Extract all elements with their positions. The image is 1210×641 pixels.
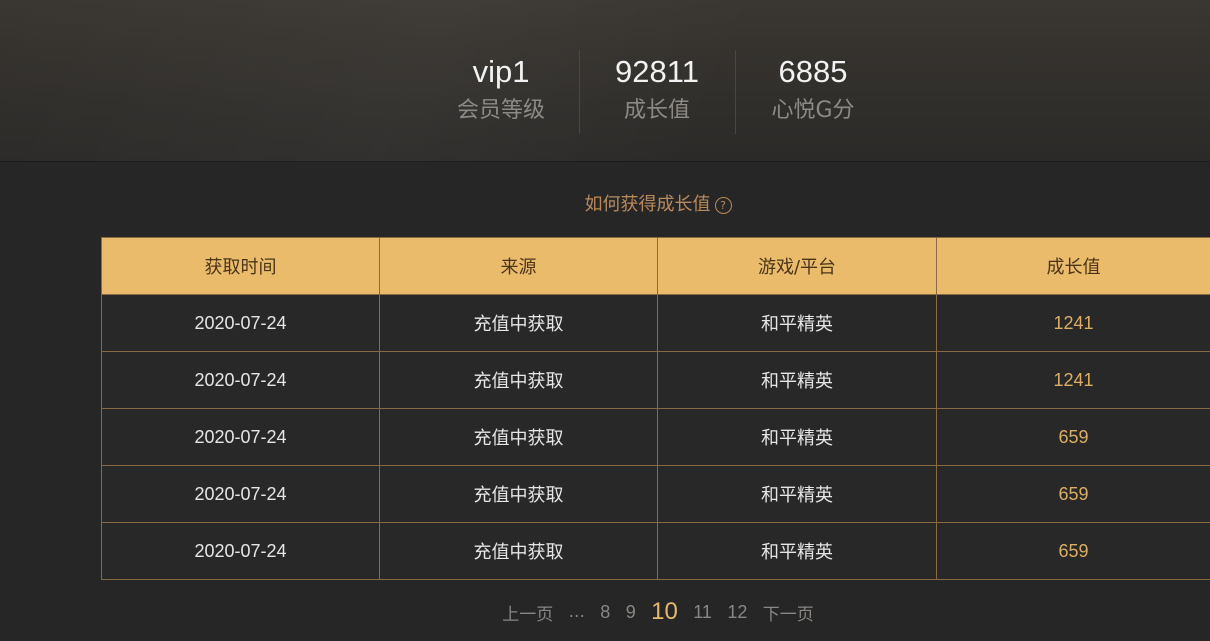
- column-header-source: 来源: [379, 237, 658, 295]
- cell-game: 和平精英: [657, 294, 937, 352]
- stat-label: 心悦G分: [771, 98, 855, 123]
- stat-value: 6885: [778, 54, 848, 89]
- cell-source: 充值中获取: [379, 522, 658, 580]
- current-page[interactable]: 10: [651, 598, 678, 626]
- cell-date: 2020-07-24: [101, 522, 380, 580]
- table-row: 2020-07-24 充值中获取 和平精英 1241: [101, 294, 1210, 352]
- pagination-ellipsis: ...: [568, 602, 585, 622]
- cell-growth-value: 659: [936, 465, 1210, 523]
- page-button-12[interactable]: 12: [727, 602, 747, 623]
- cell-game: 和平精英: [657, 522, 937, 580]
- cell-date: 2020-07-24: [101, 465, 380, 523]
- page-button-9[interactable]: 9: [626, 602, 636, 623]
- how-to-get-growth-link[interactable]: 如何获得成长值?: [0, 192, 1210, 218]
- column-header-time: 获取时间: [101, 237, 380, 295]
- stat-value: vip1: [472, 54, 530, 89]
- table-row: 2020-07-24 充值中获取 和平精英 659: [101, 465, 1210, 523]
- cell-source: 充值中获取: [379, 408, 658, 466]
- cell-growth-value: 659: [936, 408, 1210, 466]
- cell-source: 充值中获取: [379, 294, 658, 352]
- cell-growth-value: 659: [936, 522, 1210, 580]
- help-link-text[interactable]: 如何获得成长值: [585, 192, 711, 218]
- cell-game: 和平精英: [657, 351, 937, 409]
- page-button-8[interactable]: 8: [600, 602, 610, 623]
- cell-source: 充值中获取: [379, 465, 658, 523]
- table-row: 2020-07-24 充值中获取 和平精英 659: [101, 408, 1210, 466]
- cell-game: 和平精英: [657, 465, 937, 523]
- stat-label: 会员等级: [456, 98, 545, 123]
- stat-value: 92811: [615, 54, 699, 89]
- cell-date: 2020-07-24: [101, 351, 380, 409]
- table-header-row: 获取时间 来源 游戏/平台 成长值: [101, 237, 1210, 295]
- member-stats: vip1 会员等级 92811 成长值 6885 心悦G分: [423, 50, 891, 134]
- column-header-game-platform: 游戏/平台: [657, 237, 937, 295]
- prev-page-button[interactable]: 上一页: [502, 600, 553, 625]
- cell-date: 2020-07-24: [101, 294, 380, 352]
- cell-game: 和平精英: [657, 408, 937, 466]
- cell-date: 2020-07-24: [101, 408, 380, 466]
- hero-banner: vip1 会员等级 92811 成长值 6885 心悦G分: [0, 0, 1210, 162]
- stat-label: 成长值: [623, 98, 690, 123]
- stat-member-level: vip1 会员等级: [423, 50, 579, 134]
- cell-growth-value: 1241: [936, 294, 1210, 352]
- cell-source: 充值中获取: [379, 351, 658, 409]
- column-header-growth-value: 成长值: [936, 237, 1210, 295]
- stat-g-points: 6885 心悦G分: [735, 50, 891, 134]
- stat-growth-value: 92811 成长值: [579, 50, 735, 134]
- page-button-11[interactable]: 11: [693, 602, 712, 623]
- pagination: 上一页 ... 8 9 10 11 12 下一页: [0, 598, 1210, 626]
- table-row: 2020-07-24 充值中获取 和平精英 1241: [101, 351, 1210, 409]
- table-row: 2020-07-24 充值中获取 和平精英 659: [101, 522, 1210, 580]
- growth-records-table: 获取时间 来源 游戏/平台 成长值 2020-07-24 充值中获取 和平精英 …: [101, 237, 1210, 580]
- cell-growth-value: 1241: [936, 351, 1210, 409]
- next-page-button[interactable]: 下一页: [763, 600, 814, 625]
- question-circle-icon[interactable]: ?: [714, 197, 732, 214]
- growth-value-page: vip1 会员等级 92811 成长值 6885 心悦G分 如何获得成长值? 获…: [0, 0, 1210, 641]
